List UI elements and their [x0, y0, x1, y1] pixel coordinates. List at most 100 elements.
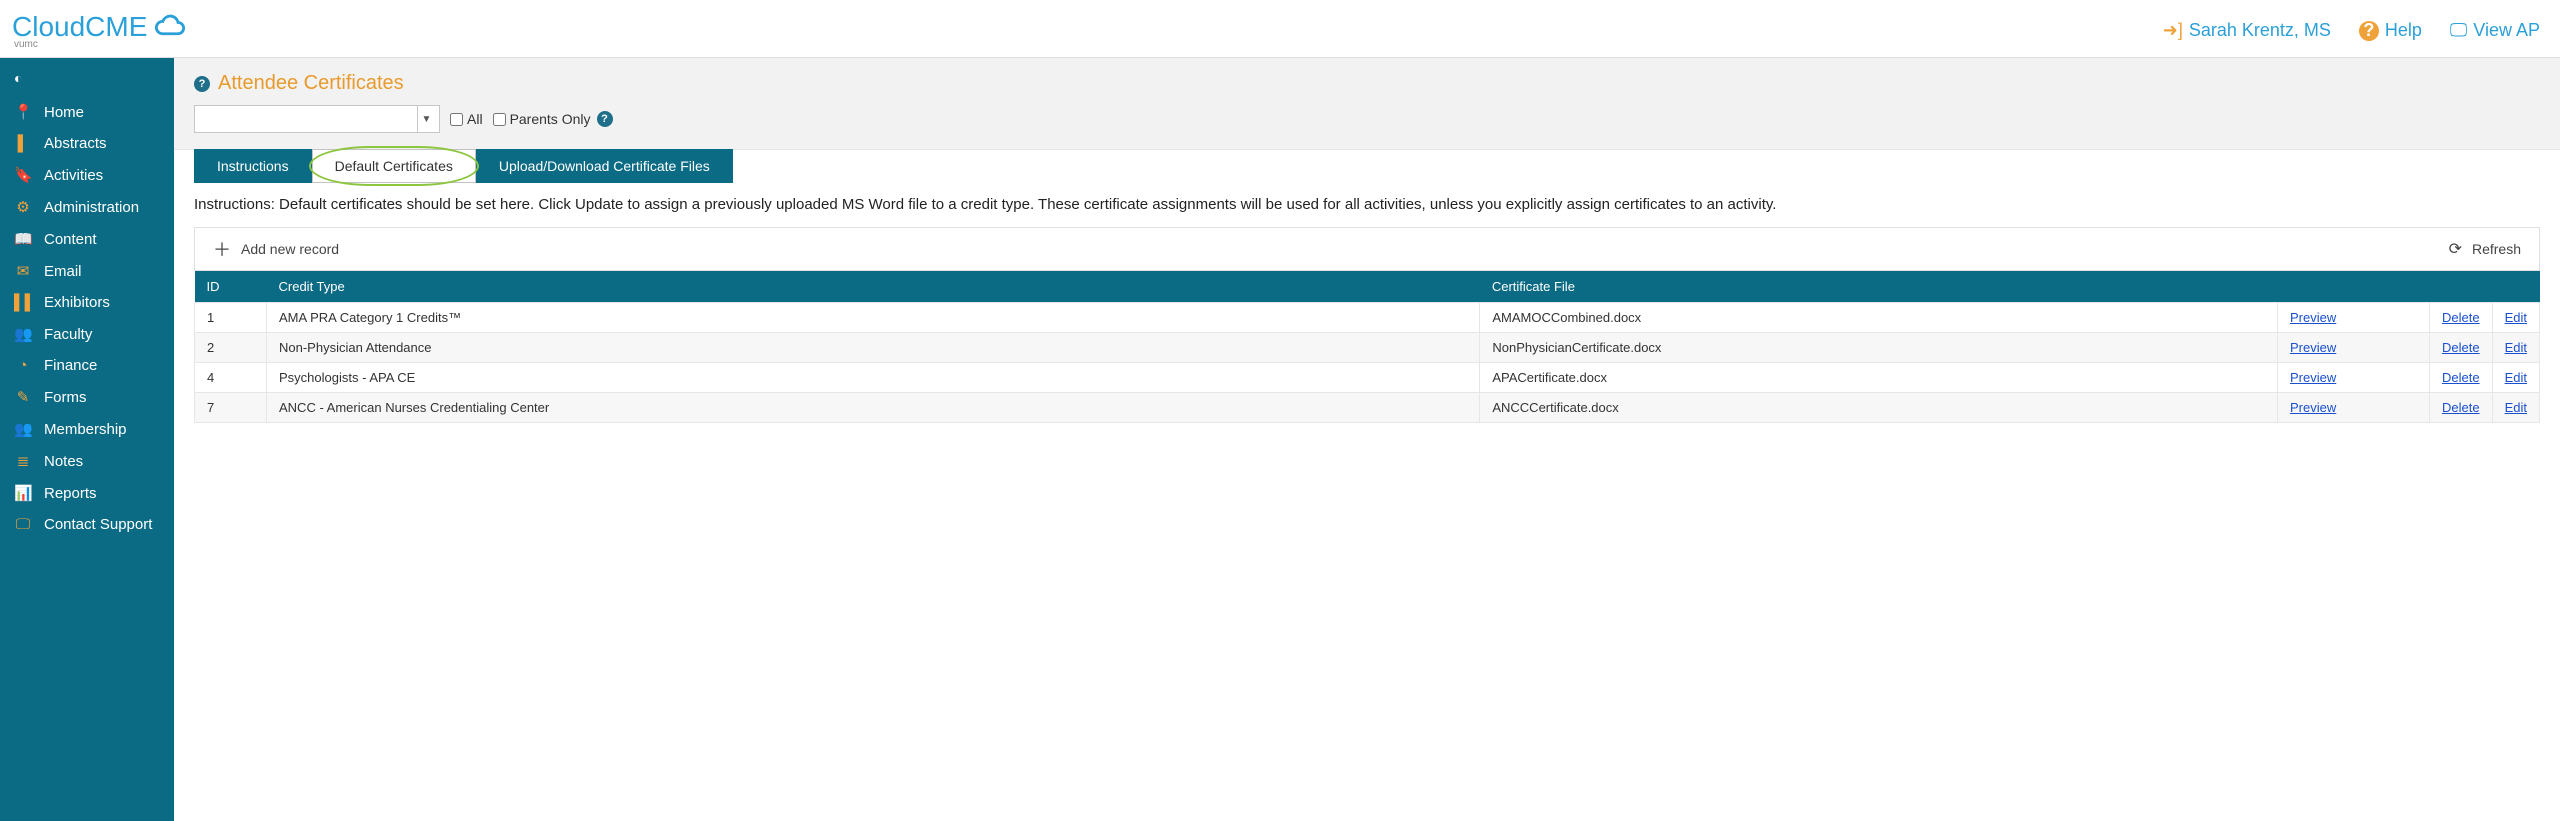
sidebar-icon: ✉ — [14, 262, 32, 280]
table-row: 7ANCC - American Nurses Credentialing Ce… — [195, 393, 2540, 423]
plus-icon: ＋ — [213, 236, 231, 262]
sidebar-item-exhibitors[interactable]: ▌▌ Exhibitors — [0, 287, 174, 318]
sidebar-label: Abstracts — [44, 135, 107, 152]
logo-sub: vumc — [14, 39, 187, 50]
monitor-icon: 🖵 — [2450, 20, 2467, 41]
sidebar-item-email[interactable]: ✉ Email — [0, 255, 174, 287]
sidebar-label: Administration — [44, 199, 139, 216]
sidebar-icon: 👥 — [14, 325, 32, 343]
sidebar-icon: ⚙ — [14, 198, 32, 216]
help-icon: ? — [2359, 21, 2379, 41]
filter-all[interactable]: All — [450, 111, 483, 127]
sidebar-item-administration[interactable]: ⚙ Administration — [0, 191, 174, 223]
cell-delete: Delete — [2430, 333, 2493, 363]
preview-link[interactable]: Preview — [2290, 400, 2336, 415]
logo: CloudCME vumc — [12, 11, 187, 50]
sidebar-item-contact-support[interactable]: 🖵Contact Support — [0, 509, 174, 540]
cell-file: APACertificate.docx — [1480, 363, 2278, 393]
filter-parents-only[interactable]: Parents Only ? — [493, 111, 613, 127]
sidebar-item-home[interactable]: 📍Home — [0, 96, 174, 128]
cell-credit-type: Non-Physician Attendance — [267, 333, 1480, 363]
sidebar-icon: ≣ — [14, 452, 32, 470]
cell-preview: Preview — [2278, 303, 2430, 333]
tab-upload-download-certificate-files[interactable]: Upload/Download Certificate Files — [476, 149, 733, 183]
table-row: 1AMA PRA Category 1 Credits™AMAMOCCombin… — [195, 303, 2540, 333]
sidebar-label: Forms — [44, 389, 87, 406]
main: ? Attendee Certificates ▼ All Parents On… — [174, 58, 2560, 821]
cell-preview: Preview — [2278, 363, 2430, 393]
parents-help-icon[interactable]: ? — [597, 111, 613, 127]
delete-link[interactable]: Delete — [2442, 370, 2480, 385]
cloud-icon — [151, 14, 187, 40]
grid-toolbar: ＋ Add new record ⟳ Refresh — [194, 227, 2540, 271]
sidebar-label: Faculty — [44, 326, 92, 343]
sidebar-label: Home — [44, 104, 84, 121]
refresh-icon: ⟳ — [2449, 239, 2462, 259]
sidebar-item-abstracts[interactable]: ▌Abstracts — [0, 128, 174, 159]
page-help-icon[interactable]: ? — [194, 76, 210, 92]
activity-dropdown[interactable]: ▼ — [194, 105, 440, 133]
cell-preview: Preview — [2278, 393, 2430, 423]
view-ap-label: View AP — [2473, 20, 2540, 41]
sidebar-item-notes[interactable]: ≣ Notes — [0, 445, 174, 477]
sidebar-label: Exhibitors — [44, 294, 110, 311]
cell-delete: Delete — [2430, 303, 2493, 333]
sidebar-item-content[interactable]: 📖Content — [0, 223, 174, 255]
sidebar-icon: 📊 — [14, 484, 32, 502]
cell-file: ANCCCertificate.docx — [1480, 393, 2278, 423]
sidebar-label: Membership — [44, 421, 127, 438]
col-preview — [2278, 271, 2430, 303]
tab-default-certificates[interactable]: Default Certificates — [312, 149, 476, 183]
cell-id: 7 — [195, 393, 267, 423]
cell-edit: Edit — [2492, 333, 2539, 363]
sidebar-label: Finance — [44, 357, 97, 374]
cell-credit-type: AMA PRA Category 1 Credits™ — [267, 303, 1480, 333]
cell-id: 1 — [195, 303, 267, 333]
table-row: 2Non-Physician AttendanceNonPhysicianCer… — [195, 333, 2540, 363]
view-ap-link[interactable]: 🖵 View AP — [2450, 20, 2540, 41]
cell-credit-type: ANCC - American Nurses Credentialing Cen… — [267, 393, 1480, 423]
edit-link[interactable]: Edit — [2505, 400, 2527, 415]
edit-link[interactable]: Edit — [2505, 370, 2527, 385]
delete-link[interactable]: Delete — [2442, 310, 2480, 325]
filter-all-checkbox[interactable] — [450, 113, 463, 126]
add-new-record-button[interactable]: ＋ Add new record — [213, 236, 339, 262]
user-name: Sarah Krentz, MS — [2189, 20, 2331, 41]
sidebar-item-faculty[interactable]: 👥 Faculty — [0, 318, 174, 350]
user-link[interactable]: ➜] Sarah Krentz, MS — [2163, 20, 2331, 41]
filter-parents-checkbox[interactable] — [493, 113, 506, 126]
sidebar-toggle[interactable]: ◐ — [0, 66, 174, 96]
sidebar-label: Notes — [44, 453, 83, 470]
sidebar-icon: 📖 — [14, 230, 32, 248]
sidebar-icon: ▌▌ — [14, 294, 32, 311]
sidebar-item-activities[interactable]: 🔖 Activities — [0, 159, 174, 191]
sidebar-label: Email — [44, 263, 82, 280]
delete-link[interactable]: Delete — [2442, 340, 2480, 355]
edit-link[interactable]: Edit — [2505, 310, 2527, 325]
delete-link[interactable]: Delete — [2442, 400, 2480, 415]
sidebar-item-forms[interactable]: ✎ Forms — [0, 381, 174, 413]
sidebar-item-finance[interactable]: ◔ Finance — [0, 350, 174, 381]
chevron-down-icon: ▼ — [417, 106, 435, 132]
table-row: 4Psychologists - APA CEAPACertificate.do… — [195, 363, 2540, 393]
col-delete — [2430, 271, 2493, 303]
cell-id: 4 — [195, 363, 267, 393]
help-link[interactable]: ? Help — [2359, 20, 2422, 41]
sidebar-icon: ◔ — [14, 357, 32, 374]
preview-link[interactable]: Preview — [2290, 340, 2336, 355]
cell-edit: Edit — [2492, 363, 2539, 393]
refresh-button[interactable]: ⟳ Refresh — [2449, 239, 2521, 259]
tab-instructions[interactable]: Instructions — [194, 149, 312, 183]
sidebar-item-membership[interactable]: 👥 Membership — [0, 413, 174, 445]
sidebar-item-reports[interactable]: 📊Reports — [0, 477, 174, 509]
sidebar: ◐ 📍Home▌Abstracts 🔖 Activities ⚙ Administrat… — [0, 58, 174, 821]
sidebar-icon: 🔖 — [14, 166, 32, 184]
help-label: Help — [2385, 20, 2422, 41]
preview-link[interactable]: Preview — [2290, 310, 2336, 325]
sidebar-label: Activities — [44, 167, 103, 184]
sidebar-icon: 👥 — [14, 420, 32, 438]
edit-link[interactable]: Edit — [2505, 340, 2527, 355]
preview-link[interactable]: Preview — [2290, 370, 2336, 385]
instructions-text: Instructions: Default certificates shoul… — [194, 196, 2540, 213]
sidebar-icon: ✎ — [14, 388, 32, 406]
